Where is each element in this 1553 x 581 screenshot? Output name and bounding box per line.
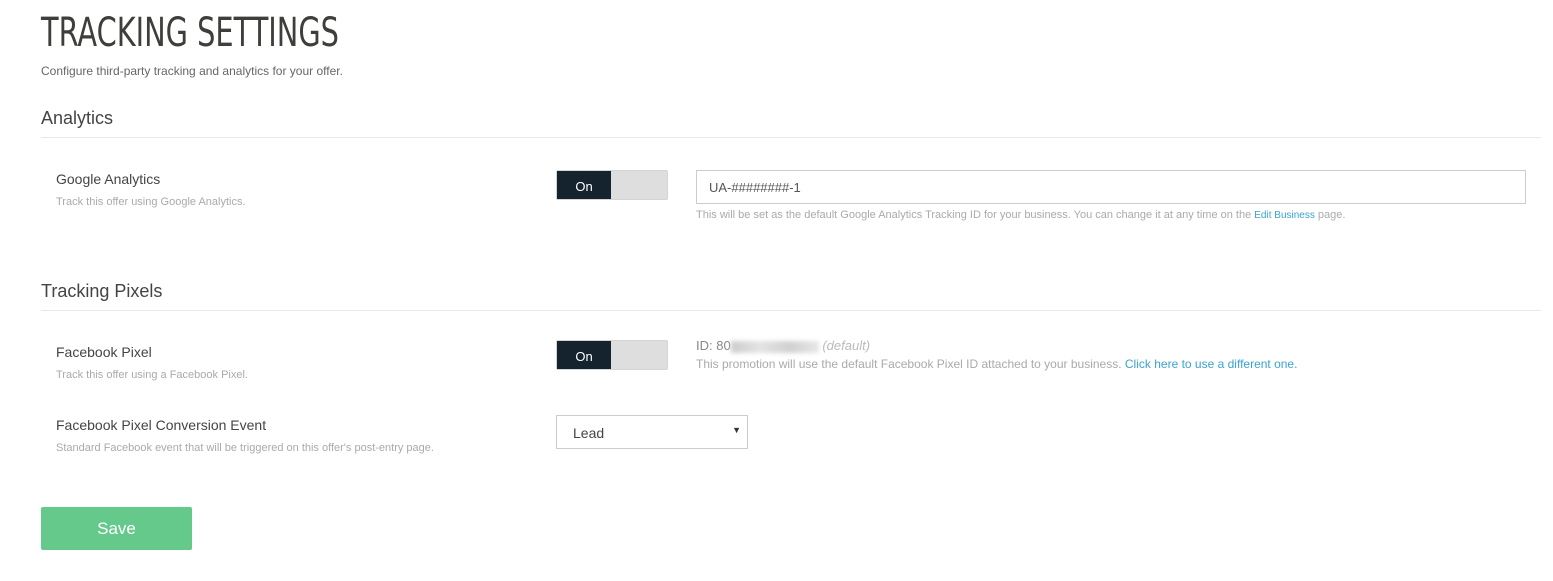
section-heading-tracking-pixels: Tracking Pixels: [41, 281, 163, 301]
divider: [41, 310, 1541, 311]
toggle-on-label: On: [557, 341, 611, 369]
page-title: TRACKING SETTINGS: [41, 10, 339, 56]
section-heading-analytics: Analytics: [41, 108, 114, 128]
pixel-id-prefix: ID: 80: [696, 338, 731, 353]
help-text: This promotion will use the default Face…: [696, 357, 1125, 371]
divider: [41, 137, 1541, 138]
pixel-id-default: default): [826, 338, 871, 353]
page-subtitle: Configure third-party tracking and analy…: [41, 64, 343, 78]
google-analytics-help: This will be set as the default Google A…: [696, 209, 1345, 221]
facebook-pixel-label: Facebook Pixel: [56, 344, 152, 360]
conversion-event-select[interactable]: Lead ▼: [556, 415, 748, 449]
google-analytics-id-input[interactable]: [696, 170, 1526, 204]
google-analytics-toggle[interactable]: On: [556, 170, 668, 200]
selected-value: Lead: [573, 425, 605, 441]
facebook-pixel-id: ID: 80 (default): [696, 338, 871, 353]
google-analytics-desc: Track this offer using Google Analytics.: [56, 196, 246, 208]
save-button[interactable]: Save: [41, 507, 192, 550]
toggle-on-label: On: [557, 171, 611, 199]
facebook-pixel-toggle[interactable]: On: [556, 340, 668, 370]
facebook-pixel-desc: Track this offer using a Facebook Pixel.: [56, 369, 248, 381]
google-analytics-label: Google Analytics: [56, 171, 161, 187]
conversion-event-desc: Standard Facebook event that will be tri…: [56, 442, 434, 454]
use-different-pixel-link[interactable]: Click here to use a different one.: [1125, 357, 1298, 371]
caret-down-icon: ▼: [732, 425, 741, 435]
facebook-pixel-help: This promotion will use the default Face…: [696, 357, 1297, 371]
conversion-event-label: Facebook Pixel Conversion Event: [56, 417, 267, 433]
edit-business-link[interactable]: Edit Business: [1254, 210, 1315, 221]
help-text: This will be set as the default Google A…: [696, 209, 1255, 221]
help-text: page.: [1314, 209, 1346, 221]
redacted-id: [730, 340, 819, 353]
